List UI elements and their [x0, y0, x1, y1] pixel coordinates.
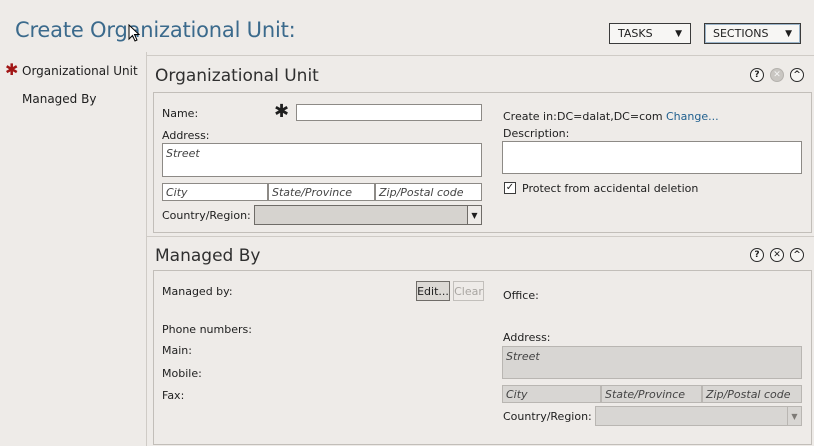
country-label: Country/Region: — [503, 410, 592, 423]
zip-input: Zip/Postal code — [702, 385, 802, 403]
help-icon[interactable]: ? — [750, 68, 764, 82]
street-placeholder: Street — [506, 350, 540, 363]
office-label: Office: — [503, 289, 539, 302]
mobile-label: Mobile: — [162, 367, 202, 380]
chevron-down-icon: ▼ — [785, 28, 792, 39]
tasks-button[interactable]: TASKS ▼ — [609, 23, 691, 44]
mouse-cursor-icon — [128, 24, 140, 42]
managed-by-form-panel: Managed by: Edit... Clear Phone numbers:… — [153, 270, 812, 445]
change-link[interactable]: Change... — [666, 110, 719, 123]
sections-button[interactable]: SECTIONS ▼ — [704, 23, 801, 44]
city-input[interactable]: City — [162, 183, 268, 201]
collapse-icon[interactable]: ^ — [790, 68, 804, 82]
section-title: Organizational Unit — [155, 66, 319, 86]
section-title: Managed By — [155, 246, 261, 266]
street-placeholder: Street — [166, 147, 200, 160]
phone-numbers-label: Phone numbers: — [162, 323, 252, 336]
managed-by-label: Managed by: — [162, 285, 233, 298]
chevron-down-icon[interactable]: ▼ — [467, 206, 481, 224]
description-label: Description: — [503, 127, 570, 140]
edit-button[interactable]: Edit... — [416, 281, 450, 301]
create-in-value: DC=dalat,DC=com — [557, 110, 663, 123]
fax-label: Fax: — [162, 389, 185, 402]
sections-label: SECTIONS — [713, 27, 769, 40]
main-label: Main: — [162, 344, 192, 357]
address-label: Address: — [162, 129, 210, 142]
protect-checkbox[interactable]: ✓ — [504, 182, 516, 194]
zip-placeholder: Zip/Postal code — [706, 388, 791, 401]
clear-button: Clear — [453, 281, 484, 301]
state-placeholder: State/Province — [605, 388, 686, 401]
required-icon: ✱ — [274, 101, 290, 122]
required-icon: ✱ — [5, 60, 19, 79]
ou-form-panel: Name: ✱ Address: Street City State/Provi… — [153, 92, 812, 233]
zip-input[interactable]: Zip/Postal code — [375, 183, 482, 201]
city-placeholder: City — [506, 388, 528, 401]
state-placeholder: State/Province — [272, 186, 353, 199]
nav-item-managed-by[interactable]: Managed By — [22, 92, 96, 106]
organizational-unit-section: Organizational Unit ? ✕ ^ Name: ✱ Addres… — [147, 55, 814, 235]
chevron-down-icon: ▼ — [787, 407, 801, 425]
protect-label: Protect from accidental deletion — [522, 182, 699, 195]
state-input[interactable]: State/Province — [268, 183, 375, 201]
name-label: Name: — [162, 107, 199, 120]
chevron-down-icon: ▼ — [675, 28, 682, 39]
description-input[interactable] — [502, 141, 802, 174]
collapse-icon[interactable]: ^ — [790, 248, 804, 262]
state-input: State/Province — [601, 385, 702, 403]
create-in-label: Create in: — [503, 110, 557, 123]
zip-placeholder: Zip/Postal code — [379, 186, 464, 199]
managed-by-section: Managed By ? ✕ ^ Managed by: Edit... Cle… — [147, 236, 814, 446]
city-input: City — [502, 385, 601, 403]
country-label: Country/Region: — [162, 209, 251, 222]
country-select[interactable]: ▼ — [254, 205, 482, 225]
close-icon: ✕ — [770, 68, 784, 82]
section-navigation: ✱ Organizational Unit Managed By — [0, 52, 147, 446]
country-select: ▼ — [595, 406, 802, 426]
nav-item-organizational-unit[interactable]: Organizational Unit — [22, 64, 138, 78]
street-input[interactable]: Street — [162, 143, 482, 177]
address-label: Address: — [503, 331, 551, 344]
tasks-label: TASKS — [618, 27, 653, 40]
page-title: Create Organizational Unit: — [15, 18, 296, 42]
city-placeholder: City — [166, 186, 188, 199]
close-icon[interactable]: ✕ — [770, 248, 784, 262]
name-input[interactable] — [296, 104, 482, 121]
help-icon[interactable]: ? — [750, 248, 764, 262]
street-input: Street — [502, 346, 802, 379]
